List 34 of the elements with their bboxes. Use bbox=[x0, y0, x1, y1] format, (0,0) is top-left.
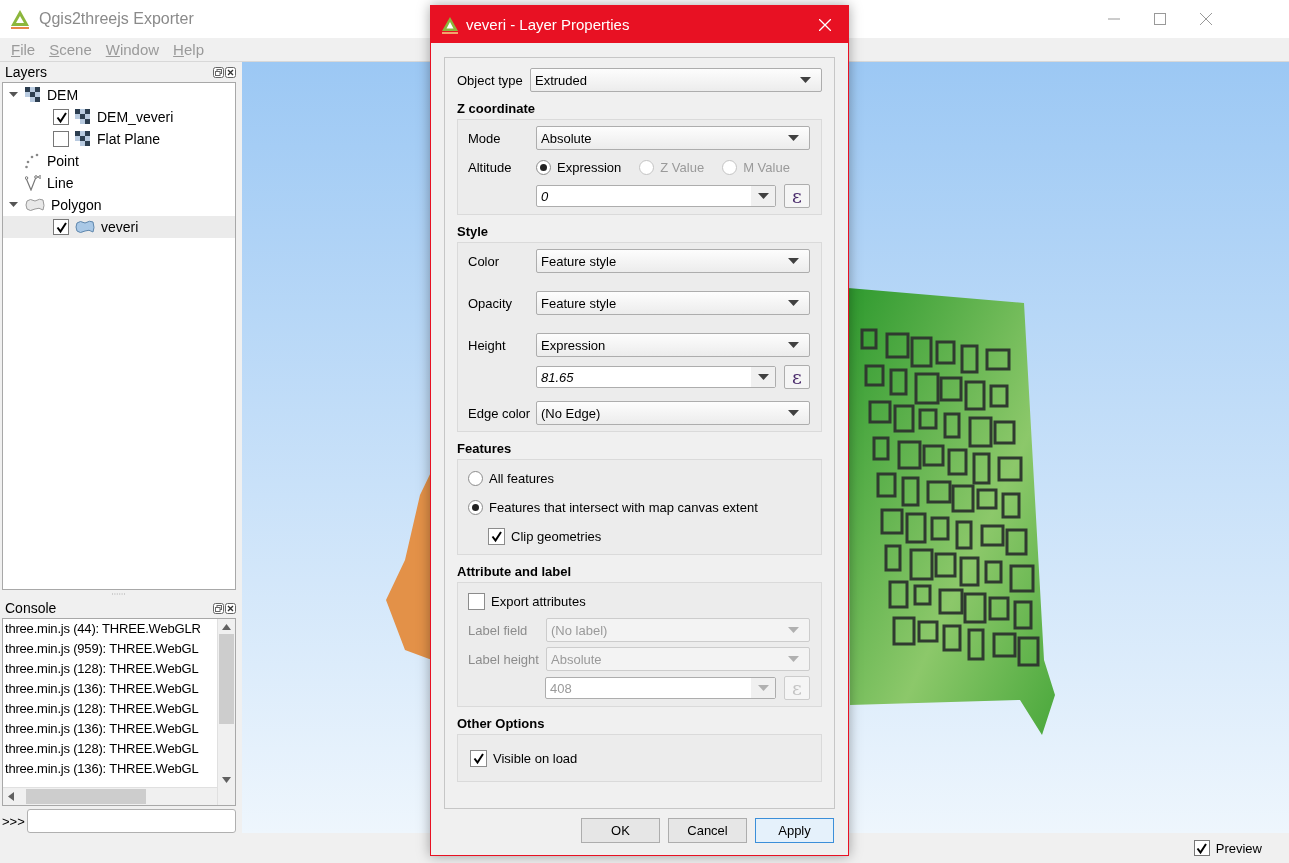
panel-title: Layers bbox=[5, 64, 49, 80]
console-line: three.min.js (44): THREE.WebGLR bbox=[4, 620, 202, 638]
layer-name: Point bbox=[47, 153, 79, 169]
console-line: three.min.js (128): THREE.WebGL bbox=[4, 740, 200, 758]
section-heading: Attribute and label bbox=[457, 564, 573, 579]
console-line: three.min.js (959): THREE.WebGL bbox=[4, 640, 200, 658]
layer-name: Line bbox=[47, 175, 74, 191]
window-title: Qgis2threejs Exporter bbox=[39, 10, 194, 28]
console-line: three.min.js (128): THREE.WebGL bbox=[4, 660, 200, 678]
layer-name: DEM bbox=[47, 87, 79, 103]
field-label: Label field bbox=[468, 622, 529, 638]
panel-title: Console bbox=[5, 600, 58, 616]
console-line: three.min.js (136): THREE.WebGL bbox=[4, 760, 200, 778]
field-label: Opacity bbox=[468, 295, 514, 311]
console-line: three.min.js (136): THREE.WebGL bbox=[4, 680, 200, 698]
layer-name: veveri bbox=[101, 219, 139, 235]
layer-name: Flat Plane bbox=[97, 131, 161, 147]
dialog-title: veveri - Layer Properties bbox=[466, 16, 631, 33]
field-label: Mode bbox=[468, 130, 502, 146]
console-prompt: >>> bbox=[2, 813, 25, 829]
field-label: Altitude bbox=[468, 159, 513, 175]
section-heading: Z coordinate bbox=[457, 101, 536, 116]
field-label: Label height bbox=[468, 651, 540, 667]
field-label: Height bbox=[468, 337, 507, 353]
layer-name: DEM_veveri bbox=[97, 109, 174, 125]
layer-name: Polygon bbox=[51, 197, 102, 213]
section-heading: Other Options bbox=[457, 716, 546, 731]
section-heading: Features bbox=[457, 441, 513, 456]
field-label: Edge color bbox=[468, 405, 532, 421]
field-label: Color bbox=[468, 253, 501, 269]
console-line: three.min.js (128): THREE.WebGL bbox=[4, 700, 200, 718]
console-line: three.min.js (136): THREE.WebGL bbox=[4, 720, 200, 738]
section-heading: Style bbox=[457, 224, 490, 239]
field-label: Object type bbox=[457, 72, 524, 88]
